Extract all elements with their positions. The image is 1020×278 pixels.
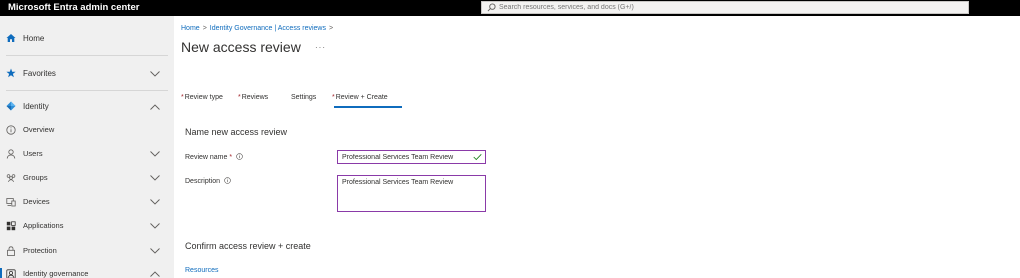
- required-marker: *: [181, 94, 184, 101]
- global-search-box[interactable]: [481, 1, 969, 14]
- app-title[interactable]: Microsoft Entra admin center: [8, 2, 139, 14]
- sidebar-item-groups[interactable]: Groups: [0, 172, 174, 184]
- search-icon: [487, 3, 496, 12]
- chevron-down-icon[interactable]: [150, 71, 160, 77]
- sidebar-item-label: Users: [23, 149, 43, 158]
- description-field[interactable]: Professional Services Team Review: [337, 175, 486, 212]
- sidebar-item-users[interactable]: Users: [0, 148, 174, 160]
- description-textarea[interactable]: Professional Services Team Review: [342, 178, 482, 208]
- tab-label: Review type: [184, 94, 223, 101]
- chevron-up-icon[interactable]: [150, 271, 160, 277]
- chevron-down-icon[interactable]: [150, 175, 160, 181]
- grid-apps-icon: [6, 221, 16, 231]
- sidebar-item-label: Identity governance: [23, 269, 89, 278]
- main-content: Home > Identity Governance | Access review…: [174, 16, 1020, 278]
- sidebar-item-devices[interactable]: Devices: [0, 196, 174, 208]
- selected-indicator: [0, 268, 2, 278]
- left-navigation: Home Favorites Identity Overview Users G…: [0, 16, 174, 278]
- top-bar: Microsoft Entra admin center: [0, 0, 1020, 16]
- sidebar-item-identity[interactable]: Identity: [0, 99, 174, 113]
- sidebar-item-protection[interactable]: Protection: [0, 245, 174, 257]
- more-options-icon[interactable]: ···: [315, 44, 326, 52]
- sidebar-item-label: Home: [23, 34, 45, 43]
- sidebar-item-home[interactable]: Home: [0, 31, 174, 45]
- active-tab-indicator: [334, 106, 402, 108]
- tab-label: Reviews: [241, 94, 269, 101]
- breadcrumb-separator-icon: >: [329, 25, 334, 32]
- chevron-down-icon[interactable]: [150, 151, 160, 157]
- info-circle-icon: [6, 125, 16, 135]
- sidebar-item-overview[interactable]: Overview: [0, 124, 174, 136]
- info-icon[interactable]: [224, 177, 231, 184]
- tab-review-type[interactable]: *Review type: [181, 93, 223, 102]
- chevron-down-icon[interactable]: [150, 199, 160, 205]
- sidebar-item-label: Groups: [23, 173, 48, 182]
- governance-icon: [6, 269, 16, 278]
- section-title-name-review: Name new access review: [185, 127, 288, 137]
- sidebar-item-label: Favorites: [23, 69, 56, 78]
- page-title: New access review: [181, 39, 301, 55]
- chevron-up-icon[interactable]: [150, 104, 160, 110]
- chevron-down-icon[interactable]: [150, 223, 160, 229]
- sidebar-item-favorites[interactable]: Favorites: [0, 66, 174, 80]
- person-icon: [6, 149, 16, 159]
- sidebar-divider: [6, 55, 168, 56]
- tab-label: Settings: [291, 94, 317, 101]
- review-name-input[interactable]: [342, 152, 470, 162]
- sidebar-item-label: Identity: [23, 102, 49, 111]
- tab-label: Review + Create: [335, 94, 388, 101]
- checkmark-icon: [473, 154, 482, 161]
- required-marker: *: [229, 154, 233, 161]
- sidebar-item-label: Overview: [23, 125, 55, 134]
- sidebar-item-label: Applications: [23, 221, 64, 230]
- identity-diamond-icon: [6, 101, 16, 111]
- section-title-confirm: Confirm access review + create: [185, 241, 311, 251]
- resources-link[interactable]: Resources: [185, 266, 218, 275]
- tab-settings[interactable]: Settings: [290, 93, 316, 102]
- lock-icon: [7, 246, 15, 256]
- label-text: Review name: [185, 154, 228, 161]
- breadcrumb-access-reviews-link[interactable]: Identity Governance | Access reviews: [210, 25, 326, 32]
- description-label: Description: [185, 177, 231, 186]
- sidebar-item-label: Protection: [23, 246, 57, 255]
- required-marker: *: [332, 94, 335, 101]
- sidebar-item-identity-governance[interactable]: Identity governance: [0, 268, 174, 278]
- home-icon: [6, 34, 16, 42]
- review-name-label: Review name *: [185, 153, 243, 162]
- chevron-down-icon[interactable]: [150, 248, 160, 254]
- required-marker: *: [238, 94, 241, 101]
- devices-icon: [6, 198, 16, 207]
- star-icon: [6, 68, 16, 78]
- label-text: Description: [185, 178, 221, 185]
- sidebar-item-label: Devices: [23, 197, 50, 206]
- tab-review-create[interactable]: *Review + Create: [332, 93, 388, 102]
- info-icon[interactable]: [236, 153, 243, 160]
- search-input[interactable]: [499, 2, 959, 13]
- breadcrumb-separator-icon: >: [202, 25, 207, 32]
- groups-icon: [6, 174, 16, 183]
- sidebar-item-applications[interactable]: Applications: [0, 220, 174, 232]
- tab-reviews[interactable]: *Reviews: [238, 93, 268, 102]
- review-name-field[interactable]: [337, 150, 486, 164]
- breadcrumb: Home > Identity Governance | Access review…: [181, 24, 336, 33]
- sidebar-divider: [6, 90, 168, 91]
- breadcrumb-home-link[interactable]: Home: [181, 25, 200, 32]
